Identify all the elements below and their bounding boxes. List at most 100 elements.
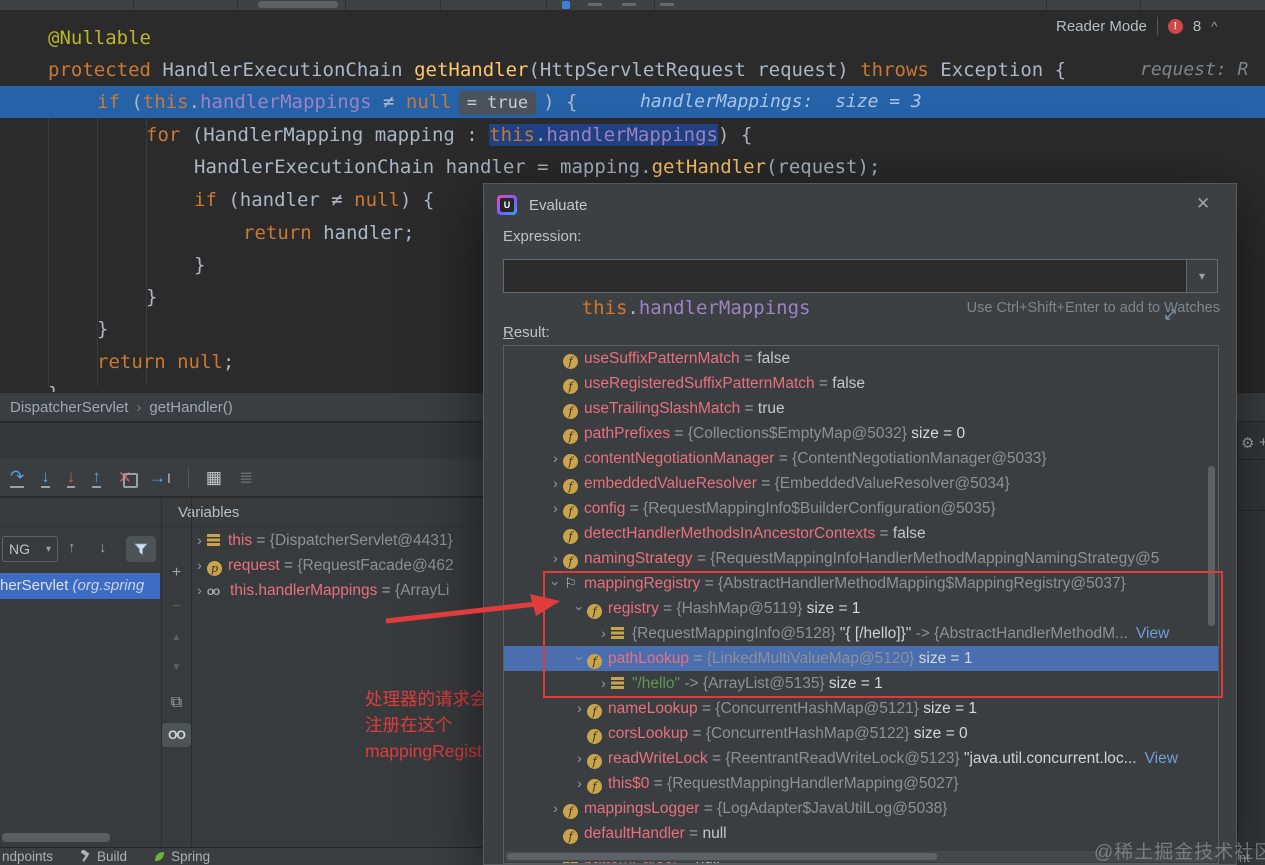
expression-input[interactable]: this.handlerMappings — [503, 259, 1187, 320]
tree-row[interactable]: › f embeddedValueResolver = {EmbeddedValue… — [504, 471, 1218, 496]
value-text: = — [739, 350, 758, 367]
expression-history-dropdown[interactable]: ▾ — [1186, 259, 1218, 293]
tree-row[interactable]: › f contentNegotiationManager = {ContentNe… — [504, 446, 1218, 471]
right-panel-strip: ⚙ + — [1237, 422, 1265, 847]
settings-gear-icon[interactable]: ⚙ — [1241, 434, 1254, 452]
variable-row[interactable]: › p request = {RequestFacade@462 — [192, 553, 482, 578]
frame-down-icon[interactable]: ↓ — [99, 539, 107, 556]
step-over-icon[interactable]: ↷ — [10, 468, 25, 488]
value-text: {ConcurrentHashMap@5122} — [705, 725, 910, 742]
trace-streams-icon[interactable]: ≣ — [239, 469, 253, 486]
remove-watch-icon[interactable]: − — [162, 598, 191, 616]
tree-vertical-scrollbar[interactable] — [1208, 466, 1215, 626]
status-item[interactable]: Spring — [153, 849, 210, 864]
tab-variables[interactable]: Variables — [178, 504, 239, 521]
chevron-collapsed-icon[interactable]: › — [548, 546, 563, 571]
stack-frame-row[interactable]: herServlet (org.spring — [0, 573, 160, 599]
tree-row[interactable]: f useSuffixPatternMatch = false — [504, 346, 1218, 371]
move-up-icon[interactable]: ▲ — [162, 632, 191, 643]
code-token: ( — [131, 91, 143, 113]
chevron-collapsed-icon[interactable]: › — [572, 696, 587, 721]
run-to-cursor-icon[interactable]: →I — [149, 469, 171, 487]
tree-row[interactable]: f corsLookup = {ConcurrentHashMap@5122} s… — [504, 721, 1218, 746]
copy-icon[interactable]: ⧉ — [162, 694, 191, 712]
tree-row[interactable]: › {RequestMappingInfo@5128} "{ [/hello]}"… — [504, 621, 1218, 646]
chevron-down-icon: ▾ — [45, 543, 51, 555]
value-text: = — [279, 557, 298, 574]
chevron-collapsed-icon[interactable]: › — [572, 746, 587, 771]
chevron-expanded-icon[interactable]: › — [567, 651, 592, 666]
chevron-expanded-icon[interactable]: › — [543, 576, 568, 591]
tree-row[interactable]: › "/hello" -> {ArrayList@5135} size = 1 — [504, 671, 1218, 696]
entry-icon — [611, 627, 624, 639]
tree-row[interactable]: f useTrailingSlashMatch = true — [504, 396, 1218, 421]
view-link[interactable]: View — [1145, 750, 1178, 767]
chevron-collapsed-icon[interactable]: › — [548, 446, 563, 471]
tree-row[interactable]: f pathPrefixes = {Collections$EmptyMap@50… — [504, 421, 1218, 446]
step-into-icon[interactable]: ↓ — [41, 468, 50, 488]
tree-row[interactable]: › f namingStrategy = {RequestMappingInfoHa… — [504, 546, 1218, 571]
intellij-debug-icon: U — [497, 195, 517, 215]
tree-row[interactable]: › f registry = {HashMap@5119} size = 1 — [504, 596, 1218, 621]
error-indicator-icon[interactable]: ! — [1167, 18, 1183, 34]
tree-row[interactable]: › f config = {RequestMappingInfo$BuilderCo… — [504, 496, 1218, 521]
add-icon[interactable]: + — [1259, 434, 1265, 451]
add-watch-icon[interactable]: + — [162, 564, 191, 582]
reader-mode-widget[interactable]: Reader Mode ! 8 ^ — [1056, 14, 1217, 38]
expression-token: this — [581, 297, 628, 319]
collapse-inspections-icon[interactable]: ^ — [1211, 19, 1217, 34]
chevron-collapsed-icon[interactable]: › — [596, 621, 611, 646]
value-text: "/hello" — [632, 675, 681, 692]
code-token: ; — [222, 351, 235, 373]
step-out-icon[interactable]: ↑ — [92, 468, 101, 488]
status-item[interactable]: Build — [79, 849, 127, 864]
toolbar-separator — [187, 466, 189, 489]
chevron-collapsed-icon[interactable]: › — [548, 796, 563, 821]
field-icon: f — [563, 554, 578, 569]
evaluate-expression-icon[interactable]: ▦ — [206, 469, 222, 486]
value-text: = — [689, 650, 707, 667]
frame-up-icon[interactable]: ↑ — [68, 539, 76, 556]
drop-frame-icon[interactable]: ✕ — [118, 469, 138, 488]
tree-row[interactable]: f detectHandlerMethodsInAncestorContexts … — [504, 521, 1218, 546]
chevron-collapsed-icon[interactable]: › — [548, 471, 563, 496]
tab-scroll-thumb[interactable] — [258, 1, 338, 8]
tree-row[interactable]: › f pathLookup = {LinkedMultiValueMap@5120… — [504, 646, 1218, 671]
tree-row[interactable]: f useRegisteredSuffixPatternMatch = false — [504, 371, 1218, 396]
chevron-collapsed-icon[interactable]: › — [572, 771, 587, 796]
chevron-collapsed-icon[interactable]: › — [192, 553, 207, 578]
chevron-collapsed-icon[interactable]: › — [192, 528, 207, 553]
view-link[interactable]: View — [1136, 625, 1169, 642]
value-text: = — [700, 575, 718, 592]
hide-frames-filter-icon[interactable] — [126, 536, 156, 562]
thread-dropdown[interactable]: NG ▾ — [2, 536, 58, 562]
chevron-collapsed-icon[interactable]: › — [192, 578, 207, 603]
tree-row[interactable]: › f mappingsLogger = {LogAdapter$JavaUtilL… — [504, 796, 1218, 821]
variable-row[interactable]: › this = {DispatcherServlet@4431} — [192, 528, 482, 553]
close-icon[interactable]: ✕ — [1196, 194, 1210, 214]
file-type-icon — [562, 1, 570, 9]
chevron-collapsed-icon[interactable]: › — [596, 671, 611, 696]
code-token: null — [405, 91, 452, 113]
chevron-collapsed-icon[interactable]: › — [548, 496, 563, 521]
breadcrumb-method[interactable]: getHandler() — [149, 399, 232, 416]
show-watches-icon[interactable]: OO — [162, 723, 191, 747]
value-text: {ArrayList@5135} — [702, 675, 825, 692]
parameter-icon: p — [207, 561, 222, 576]
code-token: getHandler — [414, 59, 529, 81]
force-step-into-icon[interactable]: ↓ — [66, 468, 76, 488]
tree-row[interactable]: ›⚐ mappingRegistry = {AbstractHandlerMeth… — [504, 571, 1218, 596]
horizontal-scrollbar-thumb[interactable] — [2, 833, 110, 842]
value-text: = — [875, 525, 893, 542]
tree-row[interactable]: › f nameLookup = {ConcurrentHashMap@5121} … — [504, 696, 1218, 721]
reader-mode-label[interactable]: Reader Mode — [1056, 18, 1147, 35]
status-item[interactable]: ndpoints — [2, 849, 53, 864]
breadcrumb-class[interactable]: DispatcherServlet — [10, 399, 128, 416]
move-down-icon[interactable]: ▼ — [162, 662, 191, 673]
value-text: pathPrefixes — [584, 425, 671, 442]
error-count[interactable]: 8 — [1193, 18, 1201, 35]
tree-row[interactable]: › f this$0 = {RequestMappingHandlerMapping… — [504, 771, 1218, 796]
code-token: ) { — [399, 189, 435, 211]
tree-row[interactable]: › f readWriteLock = {ReentrantReadWriteLoc… — [504, 746, 1218, 771]
chevron-expanded-icon[interactable]: › — [567, 601, 592, 616]
